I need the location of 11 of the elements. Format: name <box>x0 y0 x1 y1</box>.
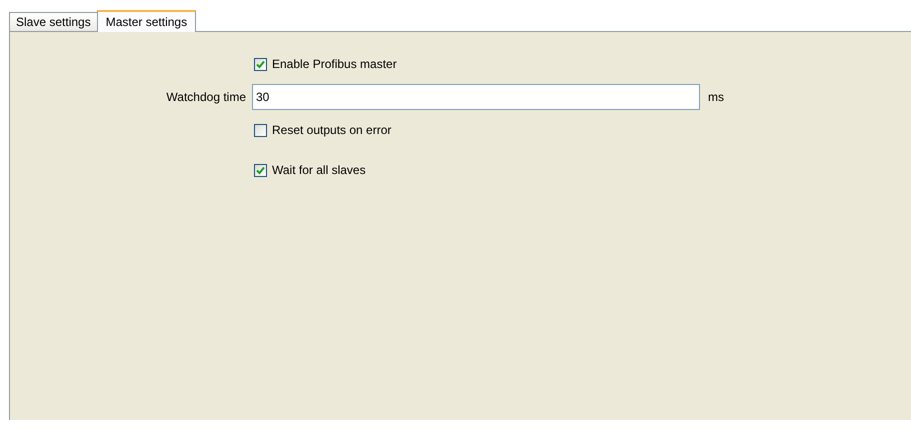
input-field[interactable]: 30 <box>252 84 700 110</box>
checkbox-label: Reset outputs on error <box>272 123 392 137</box>
checkbox-label: Wait for all slaves <box>272 163 366 177</box>
tab[interactable]: Slave settings <box>9 12 98 31</box>
field-label: Watchdog time <box>165 90 246 104</box>
checkbox[interactable] <box>254 58 267 70</box>
checkbox-label: Enable Profibus master <box>272 57 397 71</box>
unit-label: ms <box>708 90 725 104</box>
checkbox[interactable] <box>254 164 267 176</box>
tab[interactable]: Master settings <box>96 10 196 32</box>
checkbox[interactable] <box>254 124 267 136</box>
